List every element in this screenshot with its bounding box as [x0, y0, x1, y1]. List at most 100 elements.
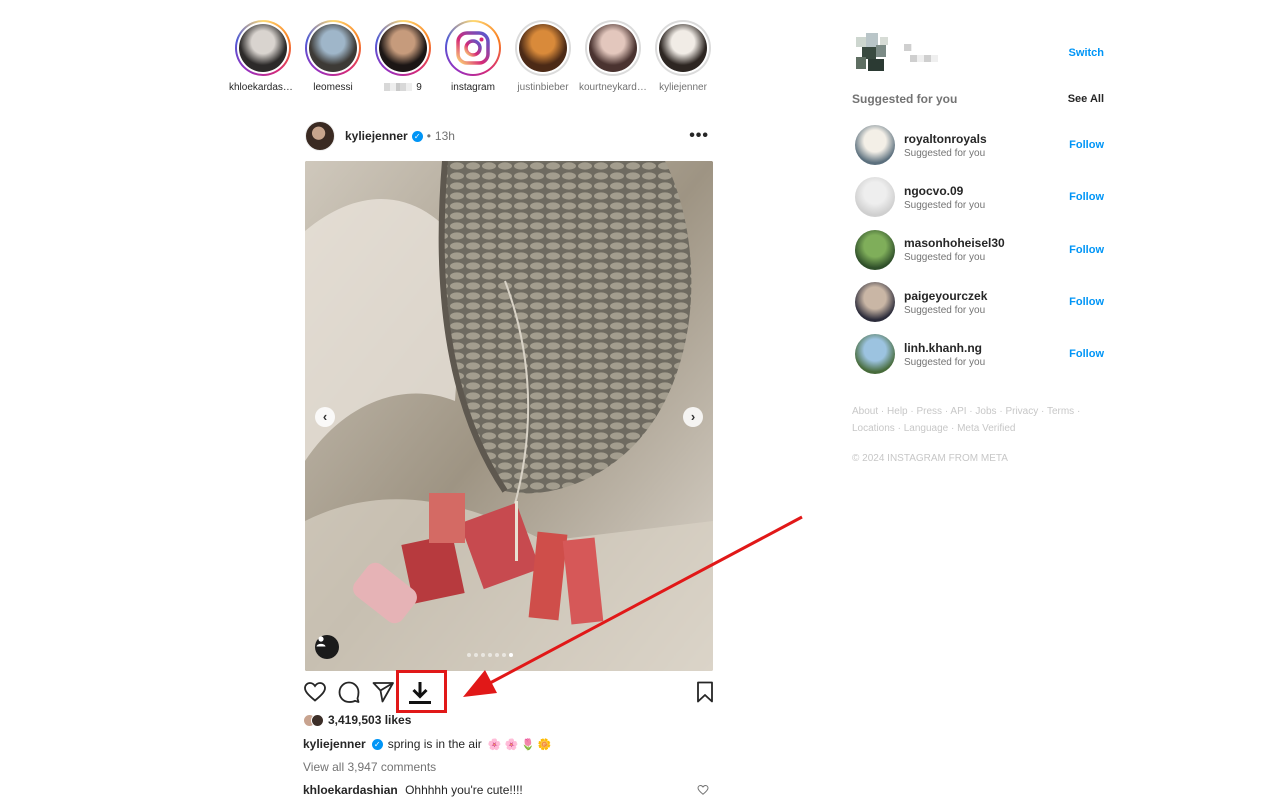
story-username: instagram: [451, 82, 495, 93]
story-item[interactable]: 9: [368, 20, 438, 100]
suggestion-username[interactable]: masonhoheisel30: [904, 236, 1005, 250]
suggestion-avatar[interactable]: [855, 334, 895, 375]
story-item[interactable]: kyliejenner: [648, 20, 718, 100]
post-photo-illustration: [305, 161, 713, 671]
suggestion-username[interactable]: ngocvo.09: [904, 184, 985, 198]
carousel-next-button[interactable]: ›: [683, 407, 703, 427]
footer-link[interactable]: Privacy: [1005, 406, 1038, 417]
suggestion-username[interactable]: royaltonroyals: [904, 132, 987, 146]
story-ring: [375, 20, 431, 76]
post-timestamp[interactable]: 13h: [435, 129, 455, 143]
post-author-username[interactable]: kyliejenner: [345, 129, 408, 143]
carousel-prev-button[interactable]: ‹: [315, 407, 335, 427]
suggestion-avatar[interactable]: [855, 229, 895, 270]
caption-emoji-icon: 🌷: [521, 738, 535, 751]
verified-badge-icon: ✓: [411, 130, 423, 142]
caption-emojis: 🌸 🌸 🌷 🌼: [488, 738, 552, 751]
caption-text: spring is in the air: [387, 737, 482, 751]
post-header: kyliejenner ✓ • 13h •••: [305, 121, 713, 151]
copyright-text: © 2024 INSTAGRAM FROM META: [852, 453, 1008, 464]
post-caption: kyliejenner ✓ spring is in the air 🌸 🌸 🌷 🌼: [303, 737, 552, 751]
story-item[interactable]: kourtneykardash: [578, 20, 648, 100]
more-options-button[interactable]: •••: [685, 127, 713, 145]
likes-text: 3,419,503 likes: [328, 713, 412, 727]
suggestions-list: royaltonroyals Suggested for you Follow ngo…: [855, 119, 1104, 380]
suggestion-reason: Suggested for you: [904, 199, 986, 211]
separator-dot: •: [426, 129, 431, 143]
carousel-dot: [509, 653, 513, 657]
carousel-dot: [488, 653, 492, 657]
footer-separator: ·: [1038, 406, 1047, 417]
carousel-dot: [481, 653, 485, 657]
story-ring: [515, 20, 571, 76]
current-user-name-masked: [904, 44, 938, 62]
follow-button[interactable]: Follow: [1069, 139, 1104, 151]
footer-link[interactable]: API: [950, 406, 966, 417]
suggestion-username[interactable]: paigeyourczek: [904, 289, 987, 303]
comment-like-heart-icon[interactable]: [697, 784, 709, 799]
suggestion-avatar[interactable]: [855, 177, 895, 218]
footer-link[interactable]: Press: [917, 406, 943, 417]
footer-link[interactable]: Terms: [1047, 406, 1074, 417]
footer-link[interactable]: Language: [904, 423, 949, 434]
story-ring: [655, 20, 711, 76]
story-username: justinbieber: [517, 82, 569, 93]
caption-emoji-icon: 🌸: [504, 738, 519, 751]
comment-username[interactable]: khloekardashian: [303, 783, 398, 797]
current-user-avatar[interactable]: [852, 33, 892, 73]
follow-button[interactable]: Follow: [1069, 296, 1104, 308]
comment-bubble-icon[interactable]: [337, 680, 361, 704]
story-username: kyliejenner: [659, 82, 707, 93]
story-item[interactable]: leomessi: [298, 20, 368, 100]
switch-account-button[interactable]: Switch: [1069, 47, 1104, 59]
story-avatar: [659, 24, 707, 72]
suggestion-avatar[interactable]: [855, 125, 895, 166]
carousel-dot: [502, 653, 506, 657]
footer-link[interactable]: Locations: [852, 423, 895, 434]
carousel-dot: [495, 653, 499, 657]
caption-username[interactable]: kyliejenner: [303, 737, 366, 751]
footer-link[interactable]: Meta Verified: [957, 423, 1015, 434]
footer-separator: ·: [1074, 406, 1081, 417]
comment-text: Ohhhhh you're cute!!!!: [405, 783, 523, 797]
footer-separator: ·: [948, 422, 958, 434]
footer-link[interactable]: Jobs: [975, 406, 996, 417]
current-user-row: Switch: [852, 32, 1104, 74]
story-item[interactable]: khloekardashian: [228, 20, 298, 100]
liker-avatars: [303, 713, 324, 727]
story-username: 9: [369, 82, 437, 93]
top-comment: khloekardashian Ohhhhh you're cute!!!!: [303, 783, 713, 797]
see-all-button[interactable]: See All: [1068, 93, 1104, 105]
stories-tray: khloekardashian leomessi 9 instagram justinb…: [228, 20, 718, 100]
suggestion-avatar[interactable]: [855, 282, 895, 323]
carousel-dot: [467, 653, 471, 657]
suggestion-username[interactable]: linh.khanh.ng: [904, 341, 985, 355]
story-username: khloekardashian: [229, 82, 297, 93]
follow-button[interactable]: Follow: [1069, 348, 1104, 360]
verified-badge-icon: ✓: [371, 738, 383, 750]
story-avatar: [379, 24, 427, 72]
view-all-comments-link[interactable]: View all 3,947 comments: [303, 760, 436, 774]
follow-button[interactable]: Follow: [1069, 191, 1104, 203]
share-paper-plane-icon[interactable]: [371, 680, 395, 704]
story-avatar: [519, 24, 567, 72]
carousel-dot: [474, 653, 478, 657]
story-item[interactable]: justinbieber: [508, 20, 578, 100]
suggestion-row: paigeyourczek Suggested for you Follow: [855, 276, 1104, 328]
follow-button[interactable]: Follow: [1069, 244, 1104, 256]
like-heart-icon[interactable]: [303, 680, 327, 704]
suggestion-row: ngocvo.09 Suggested for you Follow: [855, 171, 1104, 223]
footer-separator: ·: [907, 406, 917, 417]
footer-link[interactable]: Help: [887, 406, 908, 417]
save-bookmark-icon[interactable]: [693, 680, 717, 704]
caption-emoji-icon: 🌸: [487, 738, 502, 751]
post-author-avatar[interactable]: [305, 121, 335, 151]
tagged-user-icon[interactable]: [315, 635, 339, 659]
post-image[interactable]: ‹ ›: [305, 161, 713, 671]
carousel-indicator: [467, 653, 513, 657]
story-item[interactable]: instagram: [438, 20, 508, 100]
footer-link[interactable]: About: [852, 406, 878, 417]
suggestion-reason: Suggested for you: [904, 252, 986, 264]
instagram-logo-icon: [449, 24, 497, 72]
likes-count[interactable]: 3,419,503 likes: [303, 713, 411, 727]
